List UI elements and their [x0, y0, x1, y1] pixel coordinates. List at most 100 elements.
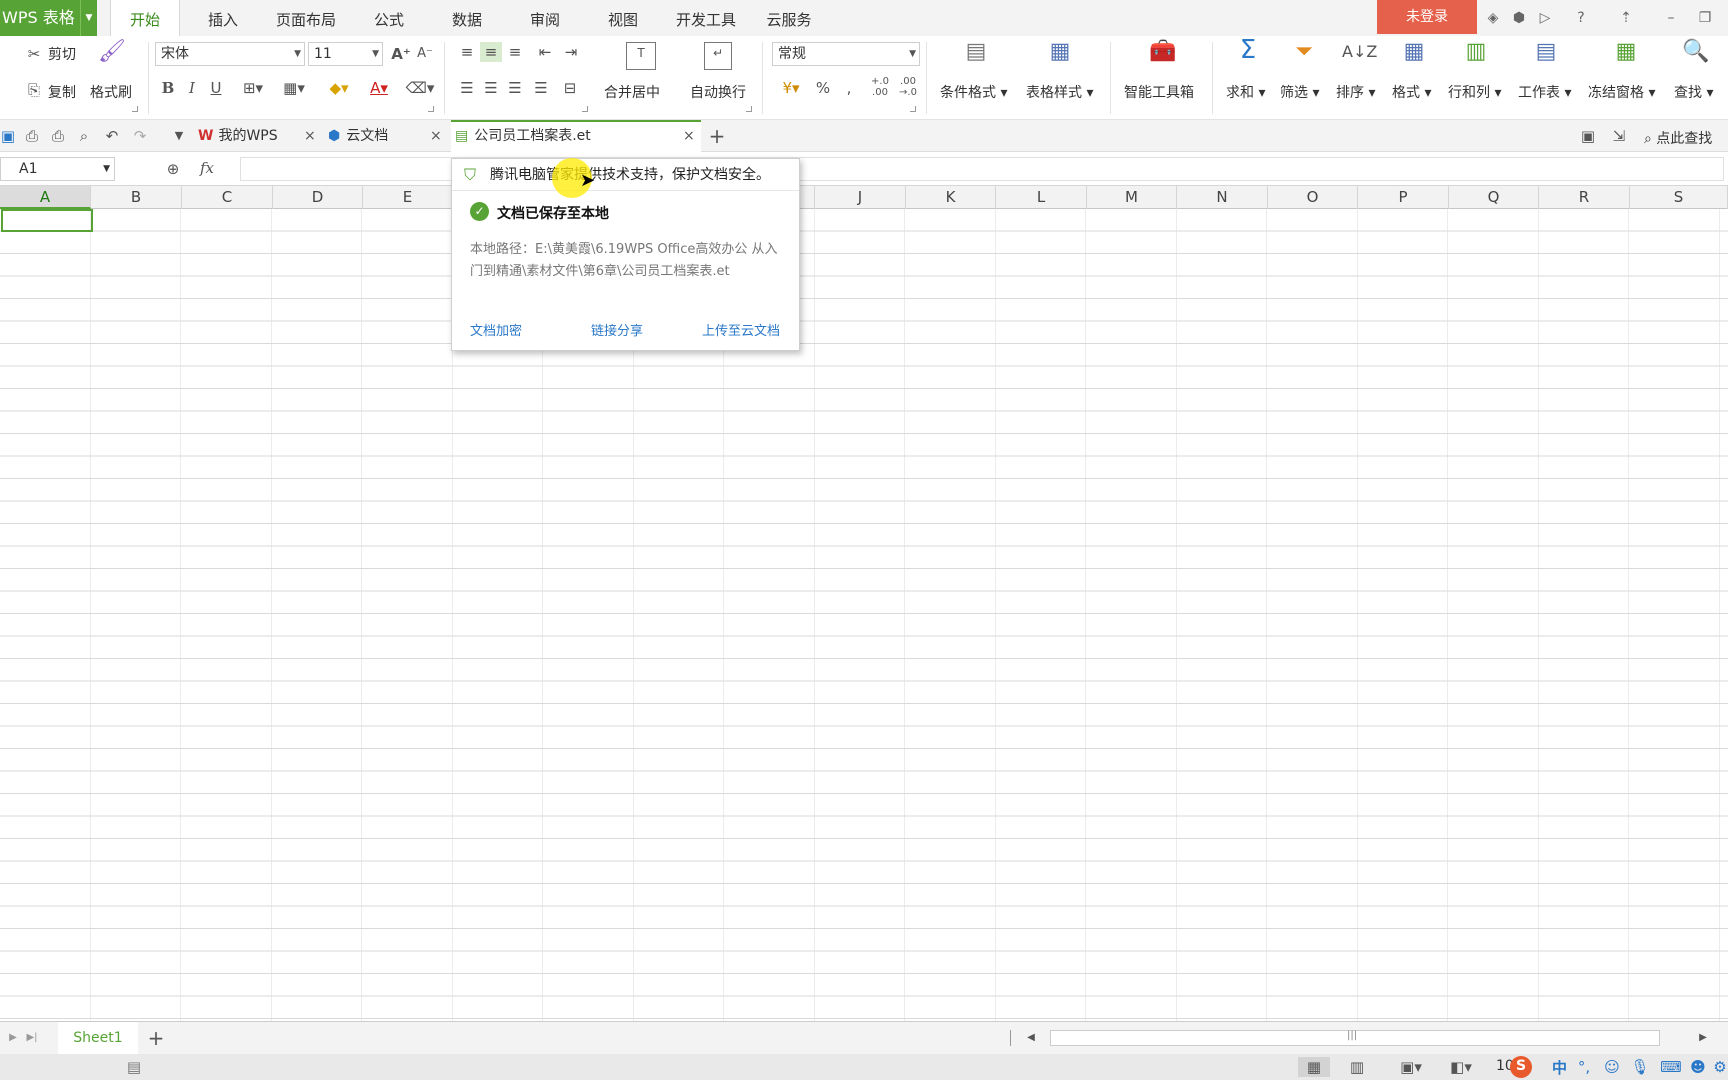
- increase-indent-icon[interactable]: ⇥: [560, 42, 582, 62]
- column-header[interactable]: L: [996, 186, 1087, 209]
- format-painter-button[interactable]: 格式刷: [90, 82, 132, 102]
- scroll-right-icon[interactable]: ▶: [1696, 1028, 1710, 1048]
- format-icon[interactable]: ▦: [1400, 41, 1428, 70]
- table-style-icon[interactable]: ▦: [1046, 41, 1074, 70]
- close-icon[interactable]: ×: [304, 120, 316, 152]
- export-pdf-icon[interactable]: ⎙: [22, 126, 42, 146]
- name-box[interactable]: A1 ▼: [0, 157, 115, 181]
- decrease-decimal-icon[interactable]: .00 →.0: [896, 76, 920, 98]
- share-icon[interactable]: ▷: [1534, 8, 1556, 28]
- freeze-panes-icon[interactable]: ▦: [1612, 41, 1640, 70]
- page-break-view-icon[interactable]: ▥: [1346, 1057, 1368, 1077]
- copy-button[interactable]: 复制: [48, 82, 76, 102]
- print-preview-icon[interactable]: ⌕: [74, 126, 94, 146]
- quick-search[interactable]: ⌕ 点此查找: [1644, 128, 1712, 148]
- worksheet-icon[interactable]: ▤: [1532, 41, 1560, 70]
- wrap-text-button[interactable]: 自动换行: [690, 82, 746, 102]
- clear-format-icon[interactable]: ⌫▾: [404, 78, 436, 98]
- tab-developer[interactable]: 开发工具: [666, 0, 746, 36]
- align-center-icon[interactable]: ☰: [480, 78, 502, 98]
- tab-data[interactable]: 数据: [432, 0, 502, 36]
- align-top-icon[interactable]: ≡: [456, 42, 478, 62]
- column-header[interactable]: C: [182, 186, 273, 209]
- filter-button[interactable]: 筛选 ▾: [1280, 82, 1319, 102]
- emoji-icon[interactable]: ☺: [1602, 1057, 1622, 1077]
- add-sheet-icon[interactable]: +: [146, 1028, 166, 1048]
- conditional-format-button[interactable]: 条件格式 ▾: [940, 82, 1007, 102]
- cut-button[interactable]: 剪切: [48, 44, 76, 64]
- column-header[interactable]: O: [1268, 186, 1358, 209]
- tab-cloud-services[interactable]: 云服务: [752, 0, 826, 36]
- format-painter-icon[interactable]: 🖌: [98, 41, 126, 63]
- find-button[interactable]: 查找 ▾: [1674, 82, 1713, 102]
- worksheet-button[interactable]: 工作表 ▾: [1518, 82, 1571, 102]
- distributed-icon[interactable]: ⊟: [558, 78, 582, 98]
- font-size-select[interactable]: 11 ▼: [308, 42, 383, 66]
- table-style-button[interactable]: 表格样式 ▾: [1026, 82, 1093, 102]
- cell-style-icon[interactable]: ▦▾: [277, 78, 311, 98]
- column-header[interactable]: J: [815, 186, 906, 209]
- column-header[interactable]: M: [1087, 186, 1177, 209]
- restore-icon[interactable]: ❐: [1694, 8, 1716, 28]
- font-name-select[interactable]: 宋体 ▼: [155, 42, 305, 66]
- horizontal-scrollbar[interactable]: |||: [1050, 1030, 1660, 1046]
- sogou-ime-icon[interactable]: S: [1510, 1056, 1532, 1078]
- normal-view-icon[interactable]: ▦: [1298, 1057, 1330, 1077]
- undo-icon[interactable]: ↶: [102, 126, 122, 146]
- increase-font-icon[interactable]: A⁺: [390, 44, 412, 64]
- filter-icon[interactable]: ⏷: [1290, 41, 1318, 70]
- redo-icon[interactable]: ↷: [130, 126, 150, 146]
- conditional-format-icon[interactable]: ▤: [962, 41, 990, 70]
- tab-view[interactable]: 视图: [588, 0, 658, 36]
- row-column-icon[interactable]: ▥: [1462, 41, 1490, 70]
- number-format-select[interactable]: 常规 ▼: [772, 42, 920, 66]
- align-middle-icon[interactable]: ≡: [480, 42, 502, 62]
- sum-icon[interactable]: Σ: [1234, 37, 1262, 70]
- number-launcher[interactable]: [910, 106, 916, 112]
- scroll-left-icon[interactable]: ◀: [1024, 1028, 1038, 1048]
- toolbox-icon[interactable]: 🧰: [1148, 41, 1178, 70]
- percent-icon[interactable]: %: [814, 78, 832, 98]
- font-launcher[interactable]: [428, 106, 434, 112]
- share-link[interactable]: 链接分享: [591, 320, 643, 339]
- align-left-icon[interactable]: ☰: [456, 78, 478, 98]
- merge-center-icon[interactable]: T: [626, 42, 656, 70]
- sort-icon[interactable]: A↓Z: [1342, 42, 1377, 70]
- doc-tab-employee-file[interactable]: ▤ 公司员工档案表.et ×: [451, 120, 701, 152]
- tab-insert[interactable]: 插入: [188, 0, 258, 36]
- login-button[interactable]: 未登录: [1377, 0, 1477, 34]
- column-header[interactable]: Q: [1449, 186, 1539, 209]
- column-header[interactable]: K: [906, 186, 996, 209]
- microphone-icon[interactable]: 🎙: [1630, 1057, 1650, 1077]
- column-header[interactable]: S: [1630, 186, 1728, 209]
- print-icon[interactable]: ⎙: [48, 126, 68, 146]
- format-button[interactable]: 格式 ▾: [1392, 82, 1431, 102]
- borders-icon[interactable]: ⊞▾: [240, 78, 266, 98]
- doc-tab-my-wps[interactable]: W 我的WPS ×: [198, 120, 320, 152]
- column-header[interactable]: P: [1358, 186, 1449, 209]
- skin-tool-icon[interactable]: ⚙: [1712, 1057, 1728, 1077]
- column-header[interactable]: E: [363, 186, 453, 209]
- punctuation-icon[interactable]: °,: [1574, 1057, 1594, 1077]
- customize-toolbar-icon[interactable]: ▼: [170, 126, 188, 146]
- wrap-text-icon[interactable]: ↵: [704, 42, 732, 70]
- column-header[interactable]: N: [1177, 186, 1268, 209]
- macro-record-icon[interactable]: ▤: [124, 1057, 144, 1077]
- skin-icon[interactable]: ◈: [1482, 8, 1504, 28]
- minimize-icon[interactable]: –: [1660, 8, 1682, 28]
- save-icon[interactable]: ▣: [0, 126, 16, 146]
- sheet-tab-sheet1[interactable]: Sheet1: [58, 1022, 138, 1054]
- new-tab-icon[interactable]: +: [706, 126, 728, 146]
- column-header[interactable]: B: [91, 186, 182, 209]
- underline-icon[interactable]: U: [208, 78, 224, 98]
- sort-button[interactable]: 排序 ▾: [1336, 82, 1375, 102]
- app-menu-dropdown-icon[interactable]: ▼: [80, 0, 97, 36]
- insert-function-icon[interactable]: fx: [194, 158, 220, 178]
- merge-launcher[interactable]: [746, 106, 752, 112]
- ime-mode[interactable]: 中: [1552, 1057, 1567, 1078]
- sum-button[interactable]: 求和 ▾: [1226, 82, 1265, 102]
- first-sheet-icon[interactable]: ▶: [6, 1028, 20, 1048]
- doc-tab-cloud-docs[interactable]: ⬢ 云文档 ×: [328, 120, 446, 152]
- close-icon[interactable]: ×: [683, 122, 695, 150]
- upload-cloud-link[interactable]: 上传至云文档: [702, 320, 780, 339]
